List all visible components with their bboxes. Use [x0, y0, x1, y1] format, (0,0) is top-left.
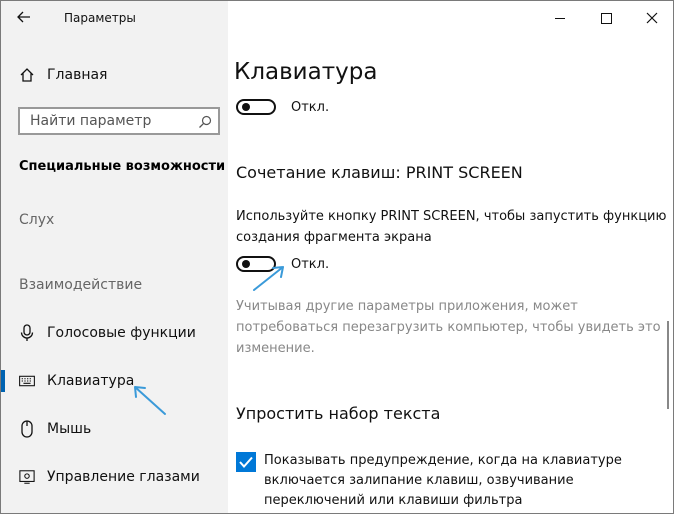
- maximize-icon: [600, 12, 612, 24]
- sidebar-item-label: Голосовые функции: [47, 325, 196, 341]
- close-button[interactable]: [629, 4, 673, 32]
- warning-checkbox-label: Показывать предупреждение, когда на клав…: [264, 453, 622, 508]
- toggle-knob: [242, 260, 250, 268]
- back-arrow-icon: [17, 11, 30, 23]
- app-title: Параметры: [64, 11, 136, 25]
- toggle-state-label: Откл.: [291, 257, 330, 272]
- sidebar-item-voice[interactable]: Голосовые функции: [1, 315, 228, 351]
- annotation-arrow-icon: [134, 386, 166, 415]
- page-title: Клавиатура: [234, 59, 378, 85]
- toggle-state-label: Откл.: [291, 100, 330, 115]
- annotation-arrow-icon: [253, 266, 284, 291]
- home-icon: [19, 67, 35, 83]
- keyboard-icon: [19, 375, 35, 387]
- settings-window: Параметры Главная Специальные возможност…: [0, 0, 674, 514]
- search-input[interactable]: [30, 113, 190, 129]
- keyboard-toggle[interactable]: [236, 99, 276, 115]
- restart-note: Учитывая другие параметры приложения, мо…: [236, 299, 661, 356]
- simplify-typing-heading: Упростить набор текста: [236, 404, 441, 423]
- sidebar-item-keyboard[interactable]: Клавиатура: [1, 363, 228, 399]
- sidebar-item-label: Мышь: [47, 421, 92, 437]
- maximize-button[interactable]: [583, 4, 629, 32]
- group-label-hearing: Слух: [19, 212, 55, 228]
- sidebar-item-label: Клавиатура: [47, 373, 135, 389]
- checkmark-icon: [239, 456, 253, 469]
- sidebar-item-mouse[interactable]: Мышь: [1, 411, 228, 447]
- sidebar-item-label: Главная: [47, 67, 108, 83]
- section-title: Специальные возможности: [19, 159, 226, 174]
- group-label-interaction: Взаимодействие: [19, 277, 143, 293]
- print-screen-heading: Сочетание клавиш: PRINT SCREEN: [236, 163, 523, 182]
- sidebar-item-eye-control[interactable]: Управление глазами: [1, 459, 228, 495]
- microphone-icon: [19, 324, 35, 342]
- warning-checkbox[interactable]: [236, 452, 256, 472]
- sidebar-item-label: Управление глазами: [47, 469, 200, 485]
- print-screen-description: Используйте кнопку PRINT SCREEN, чтобы з…: [236, 209, 667, 245]
- minimize-icon: [555, 17, 565, 19]
- scrollbar[interactable]: [667, 321, 669, 409]
- search-box[interactable]: [18, 107, 220, 135]
- toggle-knob: [242, 103, 250, 111]
- minimize-button[interactable]: [537, 4, 583, 32]
- search-icon[interactable]: [198, 114, 212, 133]
- close-icon: [646, 12, 658, 24]
- sidebar: Параметры Главная Специальные возможност…: [1, 1, 228, 513]
- eye-icon: [19, 469, 35, 485]
- sidebar-item-home[interactable]: Главная: [1, 57, 228, 93]
- back-button[interactable]: [11, 7, 37, 29]
- mouse-icon: [19, 420, 35, 438]
- content-pane: Клавиатура Откл. Сочетание клавиш: PRINT…: [228, 1, 673, 513]
